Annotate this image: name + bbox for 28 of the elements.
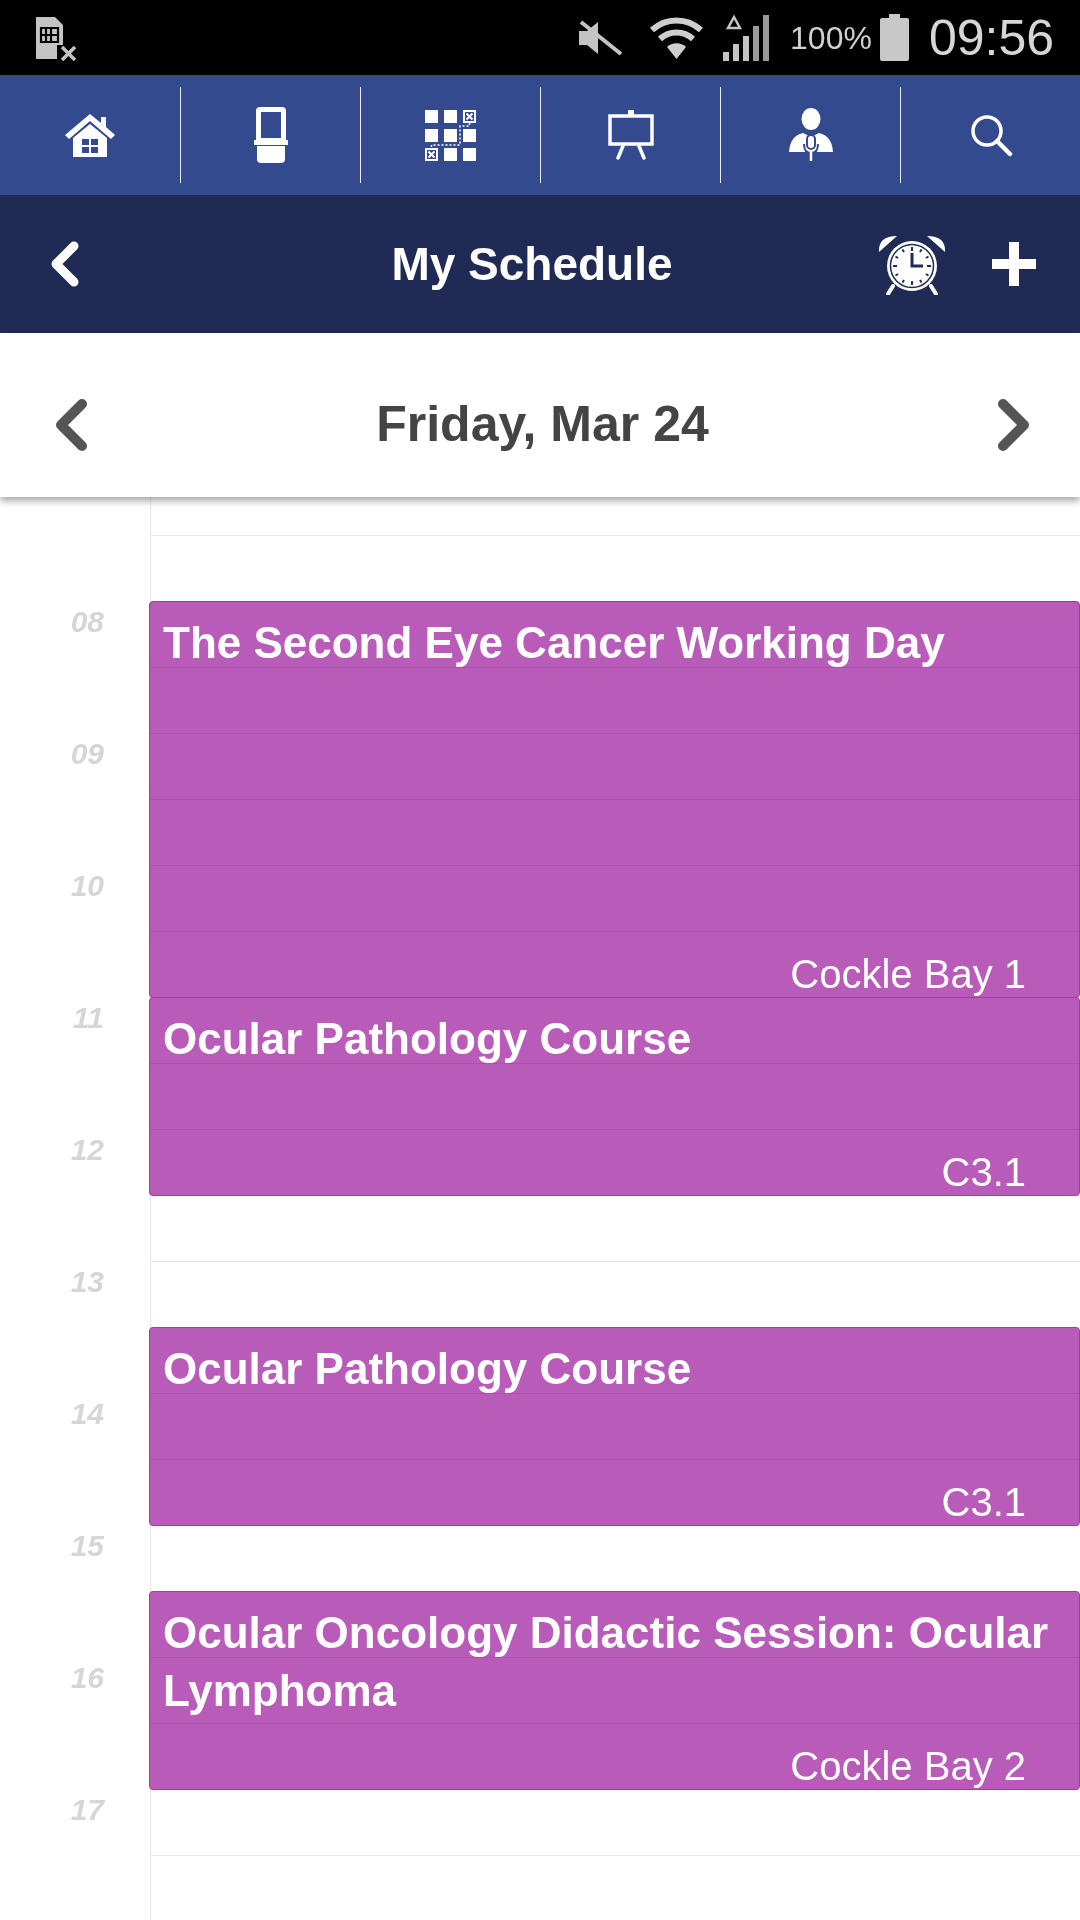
event-location: C3.1: [941, 1479, 1026, 1525]
wifi-icon: [648, 15, 706, 60]
event-card[interactable]: Ocular Pathology Course C3.1: [149, 1327, 1080, 1526]
easel-board-icon[interactable]: [607, 110, 654, 160]
floor-plan-grid-icon[interactable]: [425, 109, 476, 161]
status-time: 09:56: [928, 12, 1054, 63]
muted-speaker-icon: [576, 19, 625, 56]
battery-percent: 100%: [790, 21, 872, 54]
search-icon[interactable]: [968, 113, 1013, 157]
event-location: Cockle Bay 1: [790, 951, 1026, 997]
event-title: The Second Eye Cancer Working Day: [163, 617, 946, 669]
date-title: Friday, Mar 24: [376, 396, 709, 454]
event-title: Ocular Pathology Course: [163, 1343, 693, 1395]
screen-title: My Schedule: [391, 237, 673, 291]
event-location: Cockle Bay 2: [790, 1743, 1026, 1789]
event-card[interactable]: The Second Eye Cancer Working Day Cockle Bay 1: [149, 601, 1080, 998]
event-title: Ocular Oncology Didactic Session: Ocular Lymphoma: [163, 1607, 1050, 1717]
event-title: Ocular Pathology Course: [163, 1013, 693, 1065]
event-location: C3.1: [941, 1149, 1026, 1195]
event-card[interactable]: Ocular Oncology Didactic Session: Ocular Lymphoma Cockle Bay 2: [149, 1591, 1080, 1790]
battery-icon: [879, 14, 909, 61]
event-card[interactable]: Ocular Pathology Course C3.1: [149, 997, 1080, 1196]
person-with-microphone-icon[interactable]: [787, 108, 834, 162]
no-sim-icon: [34, 14, 77, 61]
plus-icon[interactable]: [992, 242, 1036, 286]
home-icon[interactable]: [65, 113, 115, 157]
alarm-clock-icon[interactable]: [877, 233, 947, 295]
kiosk-icon[interactable]: [253, 107, 288, 163]
